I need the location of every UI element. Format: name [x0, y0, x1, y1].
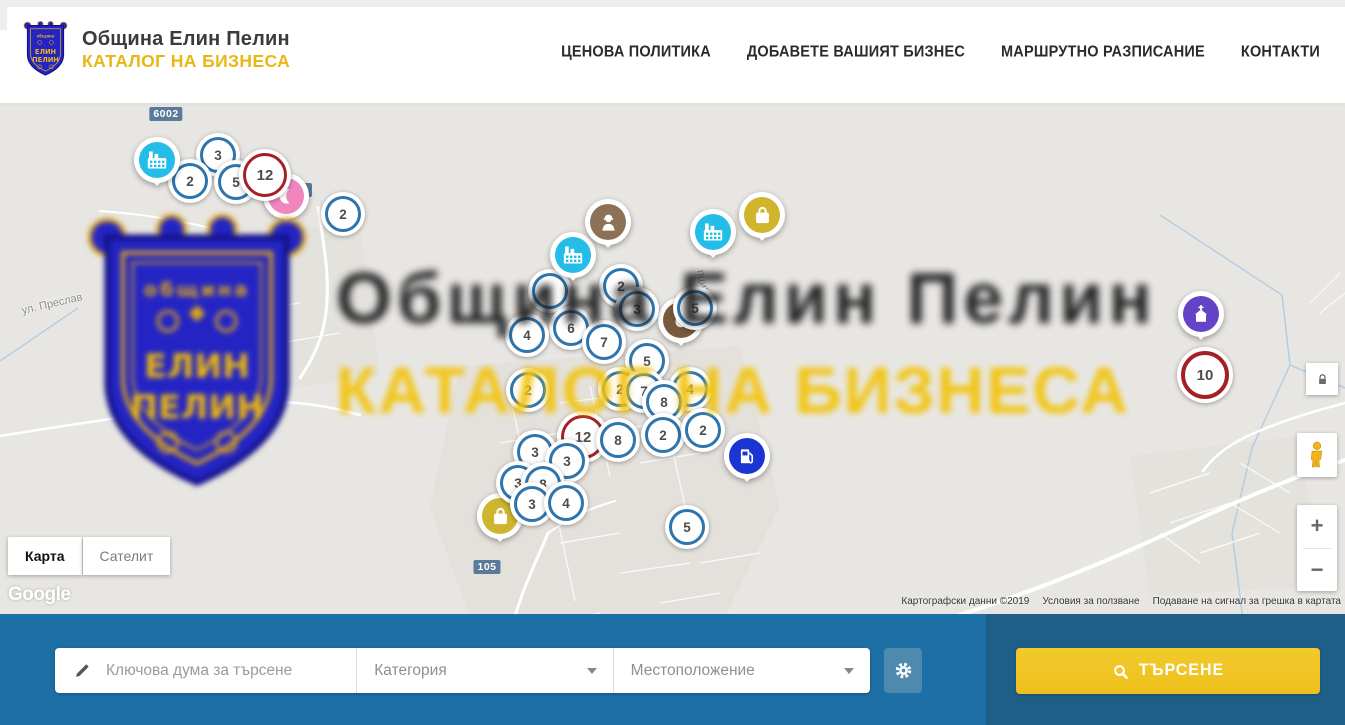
header: община ЕЛИН ПЕЛИН Община Елин Пелин КАТА… [0, 0, 1345, 104]
cluster-marker-3-7[interactable]: 3 [615, 287, 659, 331]
logo-link[interactable]: община ЕЛИН ПЕЛИН Община Елин Пелин КАТА… [22, 20, 290, 79]
search-bar: Категория Местоположение ТЪРСЕНЕ [0, 614, 1345, 725]
lock-icon [1316, 373, 1329, 386]
chevron-down-icon [844, 668, 854, 674]
church-pin-marker[interactable] [1178, 291, 1224, 353]
worker-pin-marker[interactable] [585, 199, 631, 261]
cluster-marker-2-13[interactable]: 2 [506, 368, 550, 412]
gear-icon [894, 661, 913, 680]
bag-pin-marker[interactable] [739, 192, 785, 254]
map-type-карта[interactable]: Карта [8, 537, 82, 575]
map-attribution: Картографски данни ©2019 Условия за ползв… [901, 596, 1341, 607]
zoom-out-button[interactable]: − [1297, 549, 1337, 592]
chevron-down-icon [587, 668, 597, 674]
keyword-input[interactable] [104, 661, 338, 681]
cluster-marker-12-3[interactable]: 12 [239, 149, 291, 201]
location-dropdown[interactable]: Местоположение [613, 648, 870, 693]
cluster-marker-10-29[interactable]: 10 [1177, 347, 1233, 403]
location-value: Местоположение [631, 662, 844, 680]
search-button[interactable]: ТЪРСЕНЕ [1016, 648, 1320, 694]
pencil-icon [74, 662, 91, 679]
page: ул. Преславбул. „Новоселпци“6002105 3 2 … [0, 0, 1345, 725]
cluster-marker-2-21[interactable]: 2 [681, 408, 725, 452]
factory-pin-marker[interactable] [690, 209, 736, 271]
cluster-marker-4-10[interactable]: 4 [505, 313, 549, 357]
shield-name2: ПЕЛИН [32, 56, 59, 64]
lock-button[interactable] [1306, 363, 1338, 395]
fuel-pin-marker[interactable] [724, 433, 770, 495]
site-subtitle: КАТАЛОГ НА БИЗНЕСА [82, 51, 290, 72]
google-logo[interactable]: Google [8, 584, 70, 606]
category-dropdown[interactable]: Категория [356, 648, 612, 693]
page-top-margin [0, 0, 1345, 7]
cluster-marker-2-4[interactable]: 2 [321, 192, 365, 236]
search-icon [1112, 663, 1129, 680]
category-value: Категория [374, 662, 586, 680]
map-type-switch: КартаСателит [8, 537, 170, 575]
attribution-item-2[interactable]: Подаване на сигнал за грешка в картата [1153, 596, 1341, 607]
search-input-group: Категория Местоположение [55, 648, 870, 693]
municipality-shield-icon: община ЕЛИН ПЕЛИН [22, 20, 69, 79]
map-zoom-control: + − [1297, 505, 1337, 591]
nav-item-2[interactable]: МАРШРУТНО РАЗПИСАНИЕ [1001, 43, 1205, 60]
cluster-marker-5-8[interactable]: 5 [673, 286, 717, 330]
attribution-item-0: Картографски данни ©2019 [901, 596, 1029, 607]
advanced-settings-button[interactable] [884, 648, 922, 693]
nav-item-3[interactable]: КОНТАКТИ [1241, 43, 1320, 60]
keyword-section [55, 648, 356, 693]
site-title: Община Елин Пелин [82, 28, 290, 51]
cluster-marker-7-11[interactable]: 7 [582, 320, 626, 364]
nav-item-1[interactable]: ДОБАВЕТЕ ВАШИЯТ БИЗНЕС [747, 43, 965, 60]
shield-name1: ЕЛИН [35, 48, 56, 56]
cluster-marker-4-27[interactable]: 4 [544, 481, 588, 525]
main-nav: ЦЕНОВА ПОЛИТИКА ДОБАВЕТЕ ВАШИЯТ БИЗНЕС МАР… [561, 0, 1320, 103]
factory-pin-marker[interactable] [134, 137, 180, 199]
pegman-button[interactable] [1297, 433, 1337, 477]
map-type-сателит[interactable]: Сателит [83, 537, 171, 575]
cluster-marker-5-28[interactable]: 5 [665, 505, 709, 549]
cluster-marker-8-19[interactable]: 8 [596, 418, 640, 462]
cluster-marker-2-20[interactable]: 2 [641, 413, 685, 457]
pegman-icon [1306, 441, 1328, 469]
page-corner-margin [0, 0, 7, 30]
shield-top-text: община [37, 33, 55, 38]
zoom-in-button[interactable]: + [1297, 505, 1337, 548]
nav-item-0[interactable]: ЦЕНОВА ПОЛИТИКА [561, 43, 711, 60]
search-button-label: ТЪРСЕНЕ [1139, 662, 1224, 681]
attribution-item-1[interactable]: Условия за ползване [1042, 596, 1139, 607]
